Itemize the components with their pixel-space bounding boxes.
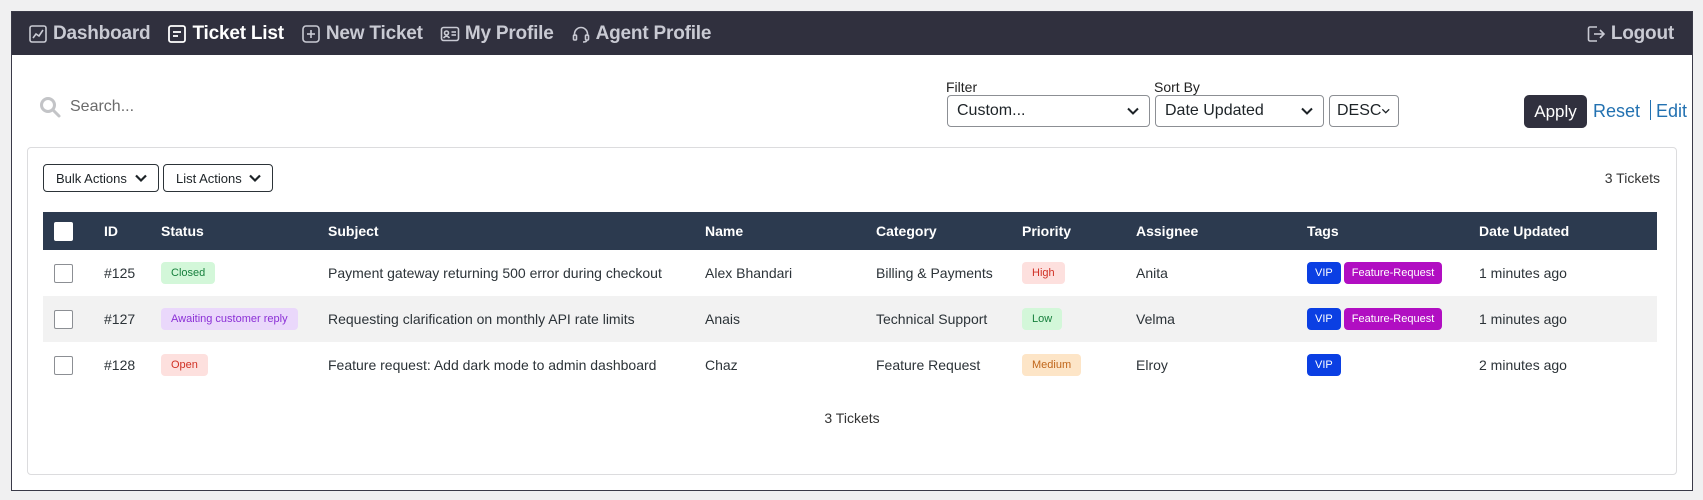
ticket-assignee: Anita (1136, 265, 1168, 281)
table-row[interactable]: #127 Awaiting customer reply Requesting … (43, 296, 1657, 342)
ticket-assignee: Elroy (1136, 357, 1168, 373)
sort-select[interactable]: Date Updated (1155, 95, 1324, 127)
row-checkbox[interactable] (54, 355, 73, 375)
ticket-id[interactable]: #125 (104, 250, 161, 296)
order-select-value: DESC (1337, 102, 1382, 119)
nav-dashboard-label: Dashboard (53, 22, 151, 44)
row-checkbox[interactable] (54, 309, 73, 329)
chart-icon (29, 24, 47, 43)
search-bar (38, 95, 370, 119)
bulk-actions-button[interactable]: Bulk Actions (43, 164, 159, 192)
header-status[interactable]: Status (161, 212, 328, 250)
list-actions-label: List Actions (176, 170, 242, 186)
priority-badge: Low (1022, 308, 1063, 330)
table-row[interactable]: #128 Open Feature request: Add dark mode… (43, 342, 1657, 388)
nav-ticket-list-label: Ticket List (192, 22, 284, 44)
order-select[interactable]: DESC (1329, 95, 1399, 127)
filter-label: Filter (946, 79, 978, 95)
nav-agent-profile[interactable]: Agent Profile (571, 22, 712, 45)
ticket-subject[interactable]: Payment gateway returning 500 error duri… (328, 250, 705, 296)
top-navigation: Dashboard Ticket List New Ticket My Prof… (12, 12, 1692, 55)
sort-label: Sort By (1154, 79, 1200, 95)
priority-badge: Medium (1022, 354, 1082, 376)
reset-link[interactable]: Reset (1593, 101, 1640, 122)
priority-badge: High (1022, 262, 1065, 284)
header-priority[interactable]: Priority (1022, 212, 1136, 250)
link-separator (1650, 100, 1651, 120)
ticket-id[interactable]: #128 (104, 342, 161, 388)
chevron-down-icon (135, 174, 147, 183)
tag-badge: VIP (1307, 308, 1341, 330)
date-updated: 2 minutes ago (1479, 357, 1567, 373)
logout-label: Logout (1610, 22, 1674, 44)
ticket-category: Billing & Payments (876, 265, 993, 281)
tag-badge: VIP (1307, 262, 1341, 284)
toolbar: Filter Custom... Sort By Date Updated DE… (12, 55, 1692, 153)
header-category[interactable]: Category (876, 212, 1022, 250)
nav-my-profile[interactable]: My Profile (440, 23, 554, 45)
date-updated: 1 minutes ago (1479, 311, 1567, 327)
nav-dashboard[interactable]: Dashboard (28, 22, 151, 45)
ticket-count-bottom: 3 Tickets (824, 410, 880, 426)
header-subject[interactable]: Subject (328, 212, 705, 250)
search-input[interactable] (70, 98, 370, 116)
ticket-count-top: 3 Tickets (1604, 170, 1660, 186)
list-icon (168, 24, 187, 43)
id-card-icon (440, 26, 460, 41)
chevron-down-icon (1382, 108, 1391, 114)
ticket-subject[interactable]: Feature request: Add dark mode to admin … (328, 342, 705, 388)
filter-select[interactable]: Custom... (947, 95, 1150, 127)
status-badge: Open (161, 354, 208, 376)
tag-badge: Feature-Request (1343, 308, 1443, 330)
ticket-subject[interactable]: Requesting clarification on monthly API … (328, 296, 705, 342)
nav-new-ticket-label: New Ticket (325, 22, 423, 44)
tag-badge: VIP (1307, 354, 1341, 376)
nav-my-profile-label: My Profile (464, 22, 554, 44)
header-assignee[interactable]: Assignee (1136, 212, 1307, 250)
date-updated: 1 minutes ago (1479, 265, 1567, 281)
headset-icon (572, 26, 589, 43)
header-date-updated[interactable]: Date Updated (1479, 212, 1657, 250)
sort-select-value: Date Updated (1165, 102, 1264, 119)
nav-new-ticket[interactable]: New Ticket (301, 23, 423, 45)
chevron-down-icon (249, 174, 261, 183)
app-window: Dashboard Ticket List New Ticket My Prof… (11, 11, 1693, 491)
ticket-assignee: Velma (1136, 311, 1175, 327)
ticket-category: Technical Support (876, 311, 988, 327)
chevron-down-icon (1301, 107, 1313, 115)
header-name[interactable]: Name (705, 212, 876, 250)
customer-name: Chaz (705, 357, 738, 373)
plus-square-icon (302, 24, 320, 43)
status-badge: Closed (161, 262, 216, 284)
status-badge: Awaiting customer reply (161, 308, 298, 330)
ticket-category: Feature Request (876, 357, 981, 373)
nav-ticket-list[interactable]: Ticket List (167, 22, 284, 45)
search-icon (40, 97, 61, 118)
chevron-down-icon (1127, 107, 1139, 115)
ticket-table: ID Status Subject Name Category Priority… (43, 212, 1657, 388)
ticket-panel: Bulk Actions List Actions 3 Tickets ID S… (27, 147, 1677, 475)
logout-icon (1587, 25, 1605, 42)
table-row[interactable]: #125 Closed Payment gateway returning 50… (43, 250, 1657, 296)
header-id[interactable]: ID (104, 212, 161, 250)
filter-select-value: Custom... (957, 102, 1026, 119)
apply-button[interactable]: Apply (1524, 95, 1587, 128)
edit-link[interactable]: Edit (1656, 101, 1687, 122)
ticket-id[interactable]: #127 (104, 296, 161, 342)
list-actions-button[interactable]: List Actions (163, 164, 273, 192)
bulk-actions-label: Bulk Actions (56, 170, 127, 186)
row-checkbox[interactable] (54, 263, 73, 283)
logout-button[interactable]: Logout (1586, 23, 1674, 45)
header-tags[interactable]: Tags (1307, 212, 1479, 250)
select-all-checkbox[interactable] (54, 221, 73, 241)
customer-name: Alex Bhandari (705, 265, 793, 281)
table-header-row: ID Status Subject Name Category Priority… (43, 212, 1657, 250)
tag-badge: Feature-Request (1343, 262, 1443, 284)
customer-name: Anais (705, 311, 741, 327)
nav-agent-profile-label: Agent Profile (595, 22, 712, 44)
